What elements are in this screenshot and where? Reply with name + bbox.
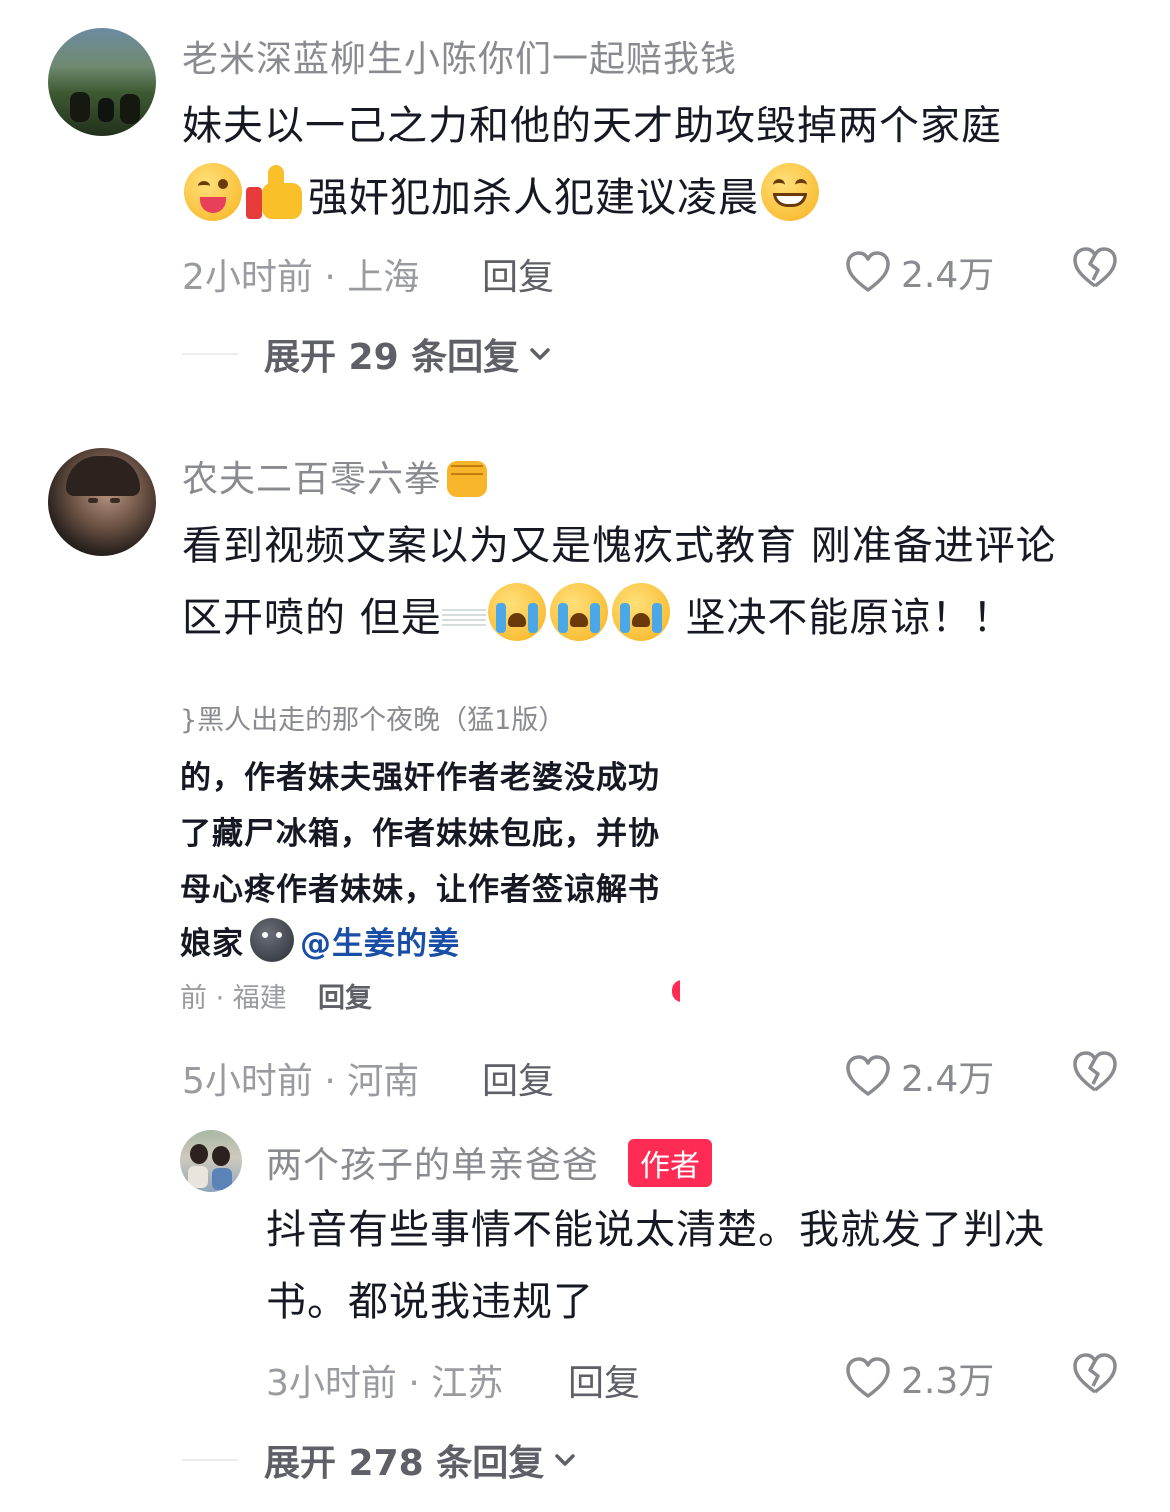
dislike-button[interactable] (1072, 1050, 1118, 1098)
broken-heart-icon (1073, 247, 1117, 288)
comment-text-segment: 强奸犯加杀人犯建议凌晨 (308, 175, 759, 221)
reply-text-line: 书。都说我违规了 (266, 1279, 594, 1325)
dislike-button[interactable] (1072, 246, 1118, 294)
comment-text-line: 区开喷的 但是 坚决不能原谅！！ (182, 582, 1142, 654)
comment-text: 看到视频文案以为又是愧疚式教育 刚准备进评论 区开喷的 但是 坚决不能原谅！！ (182, 510, 1142, 654)
like-count: 2.4万 (901, 255, 995, 296)
expand-replies-label: 展开 29 条回复 (264, 337, 520, 378)
comment-username[interactable]: 老米深蓝柳生小陈你们一起赔我钱 (182, 30, 737, 82)
image-text-line: 母心疼作者妹妹，让作者签谅解书 (180, 872, 660, 908)
comment-text-segment: 区开喷的 但是 (182, 595, 442, 641)
image-reply: 回复 (318, 983, 372, 1014)
comment-text-segment: 坚决不能原谅！！ (685, 595, 1014, 641)
speed-lines-icon (441, 609, 486, 629)
comment-username[interactable]: 农夫二百零六拳 (182, 450, 488, 502)
heart-icon (846, 1357, 890, 1398)
image-text-segment: 娘家 (180, 926, 244, 962)
broken-heart-icon (1073, 1051, 1117, 1092)
comment-time-location: 5小时前 · 河南 (182, 1061, 420, 1102)
crying-emoji-icon (487, 583, 546, 641)
heart-icon (846, 251, 890, 292)
comment-text-line: 妹夫以一己之力和他的天才助攻毁掉两个家庭 (182, 103, 1002, 149)
reply-username[interactable]: 两个孩子的单亲爸爸 (266, 1136, 599, 1188)
image-text-line: 了藏尸冰箱，作者妹妹包庇，并协 (180, 816, 660, 852)
fist-emoji-icon (447, 461, 488, 497)
grin-emoji-icon (761, 163, 819, 221)
image-meta: 前 · 福建 (180, 983, 287, 1014)
username-text: 农夫二百零六拳 (182, 459, 442, 500)
like-button[interactable]: 2.4万 (845, 246, 994, 298)
comment-time-location: 2小时前 · 上海 (182, 257, 420, 298)
image-text-line: 的，作者妹夫强奸作者老婆没成功 (180, 760, 660, 796)
dislike-button[interactable] (1072, 1352, 1118, 1400)
wink-tongue-emoji-icon (184, 163, 242, 221)
like-count: 2.3万 (901, 1361, 995, 1402)
chevron-down-icon (555, 1454, 575, 1466)
author-badge: 作者 (628, 1139, 712, 1187)
crying-emoji-icon (611, 583, 670, 641)
mention-link: @生姜的姜 (300, 926, 460, 962)
avatar[interactable] (48, 28, 156, 136)
comment-text-line: 看到视频文案以为又是愧疚式教育 刚准备进评论 (182, 523, 1057, 569)
reply-button[interactable]: 回复 (568, 1354, 640, 1406)
reply-time-location: 3小时前 · 江苏 (266, 1363, 504, 1404)
image-header: }黑人出走的那个夜晚（猛1版） (180, 705, 566, 736)
divider (182, 353, 238, 355)
divider (182, 1459, 238, 1461)
reply-text: 抖音有些事情不能说太清楚。我就发了判决 书。都说我违规了 (266, 1194, 1146, 1338)
like-button[interactable]: 2.4万 (845, 1050, 994, 1102)
expand-replies-button[interactable]: 展开 278 条回复 (182, 1434, 580, 1486)
chevron-down-icon (530, 348, 550, 360)
comment-text: 妹夫以一己之力和他的天才助攻毁掉两个家庭 强奸犯加杀人犯建议凌晨 (182, 90, 1142, 234)
avatar[interactable] (48, 448, 156, 556)
expand-replies-button[interactable]: 展开 29 条回复 (182, 328, 555, 380)
comment-image[interactable]: }黑人出走的那个夜晚（猛1版） 的，作者妹夫强奸作者老婆没成功 了藏尸冰箱，作者… (180, 690, 680, 1020)
like-button[interactable]: 2.3万 (845, 1352, 994, 1404)
reply-text-line: 抖音有些事情不能说太清楚。我就发了判决 (266, 1207, 1045, 1253)
avatar[interactable] (180, 1130, 242, 1192)
comment-text-line: 强奸犯加杀人犯建议凌晨 (182, 162, 1142, 234)
thumbs-up-emoji-icon (246, 163, 306, 221)
crying-emoji-icon (549, 583, 608, 641)
moon-emoji-icon (250, 918, 294, 962)
reply-button[interactable]: 回复 (482, 248, 554, 300)
broken-heart-icon (1073, 1353, 1117, 1394)
image-text-line: 娘家 @生姜的姜 (180, 918, 460, 963)
expand-replies-label: 展开 278 条回复 (264, 1443, 545, 1484)
heart-icon (846, 1055, 890, 1096)
reply-button[interactable]: 回复 (482, 1052, 554, 1104)
like-count: 2.4万 (901, 1059, 995, 1100)
image-heart-fragment (672, 980, 680, 1002)
